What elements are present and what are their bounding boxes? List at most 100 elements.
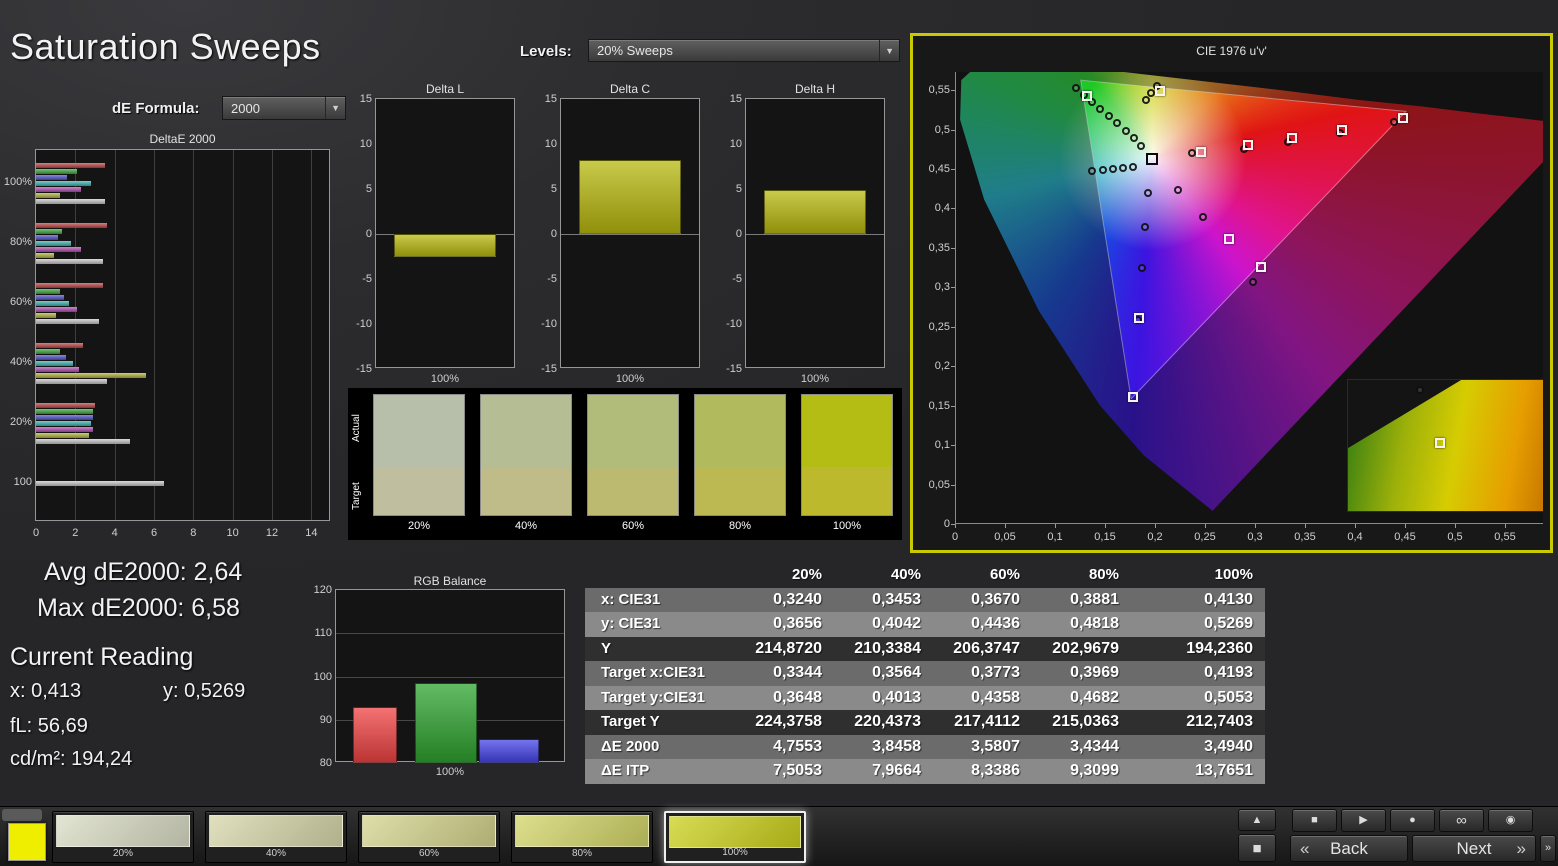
gridline <box>114 150 116 520</box>
y-tick-label: 0 <box>943 518 950 530</box>
de-formula-value: 2000 <box>231 100 260 116</box>
bar <box>36 354 66 360</box>
deltae2000-plot: 0 2 4 6 8 10 12 14 100% 80% 60% 40% 20% 100 <box>4 149 330 539</box>
cell-value: 9,3099 <box>1070 762 1119 779</box>
y-tick-label: 10 <box>359 138 372 150</box>
x-category-label: 100% <box>430 373 460 385</box>
eject-button[interactable]: ▲ <box>1238 809 1276 831</box>
measured-point <box>1072 83 1080 92</box>
tick <box>1355 524 1356 528</box>
current-x-readout: x: 0,413 <box>10 680 82 702</box>
x-tick-label: 10 <box>226 527 239 539</box>
power-button[interactable]: ◉ <box>1488 809 1533 832</box>
swatch-label: 20% <box>407 520 431 532</box>
bar <box>764 189 866 234</box>
measured-point <box>1088 166 1096 175</box>
current-reading-title: Current Reading <box>10 643 194 671</box>
forward-chevron-icon: » <box>1544 842 1552 854</box>
patch-button-60%[interactable]: 60% <box>358 811 500 863</box>
bar <box>36 192 60 198</box>
y-tick-label: 0,15 <box>928 399 950 412</box>
power-icon: ◉ <box>1505 814 1516 826</box>
bar <box>36 168 78 174</box>
cell-value: 215,0363 <box>1052 713 1119 730</box>
measured-point <box>1138 263 1146 272</box>
cell-value: 212,7403 <box>1186 713 1253 730</box>
levels-select[interactable]: 20% Sweeps ▼ <box>588 39 900 62</box>
tick <box>951 484 955 486</box>
tick <box>951 366 955 368</box>
patch-button-100%[interactable]: 100% <box>664 811 806 863</box>
app-window: Saturation Sweeps dE Formula: 2000 ▼ Lev… <box>0 0 1558 866</box>
row-label: Target Y <box>601 713 660 730</box>
x-tick-label: 0,5 <box>1447 531 1463 543</box>
swatch-label: 80% <box>728 520 752 532</box>
y-tick-label: 0,1 <box>934 439 950 452</box>
bar <box>579 160 681 234</box>
y-tick-label: -5 <box>732 273 742 285</box>
stop-large-button[interactable]: ■ <box>1238 834 1276 862</box>
y-tick-label: 0,55 <box>928 84 950 97</box>
toolbar-tab[interactable] <box>2 809 42 821</box>
y-tick-label: 10 <box>544 138 557 150</box>
patch-button-40%[interactable]: 40% <box>205 811 347 863</box>
delta-h-chart: Delta H 15 10 5 0 -5 -10 -15 100% <box>710 82 895 387</box>
bar <box>36 432 90 438</box>
bar <box>36 342 84 348</box>
bar <box>36 174 68 180</box>
tick <box>951 405 955 407</box>
table-header-cell: 60% <box>989 566 1020 583</box>
target-point <box>1243 140 1253 151</box>
measured-point <box>1129 162 1137 171</box>
patch-button-80%[interactable]: 80% <box>511 811 653 863</box>
swatch-label: 40% <box>514 520 538 532</box>
patch-button-20%[interactable]: 20% <box>52 811 194 863</box>
tick <box>1405 524 1406 528</box>
y-tick-label: 15 <box>544 93 557 105</box>
fast-forward-button[interactable]: » <box>1540 835 1556 862</box>
back-button[interactable]: « Back <box>1290 835 1408 862</box>
cell-value: 0,3656 <box>773 615 822 632</box>
table-header-cell: 40% <box>890 566 921 583</box>
y-tick-label: 60% <box>9 296 32 308</box>
back-chevron-icon: « <box>1300 838 1310 858</box>
bar <box>36 288 60 294</box>
table-header-row: 20% 40% 60% 80% 100% <box>585 563 1265 588</box>
actual-color <box>802 395 892 469</box>
y-tick-label: 0,25 <box>928 320 950 333</box>
swatch-label: 100% <box>832 520 862 532</box>
tick <box>955 524 956 528</box>
patch-swatch <box>56 815 190 847</box>
y-tick-label: 0,05 <box>928 478 950 491</box>
cell-value: 0,4818 <box>1070 615 1119 632</box>
cell-value: 0,3773 <box>971 664 1020 681</box>
stop-button[interactable]: ■ <box>1292 809 1337 832</box>
next-button[interactable]: Next » <box>1412 835 1536 862</box>
swatch-label: 60% <box>621 520 645 532</box>
y-tick-label: 0 <box>550 228 557 240</box>
loop-button[interactable]: ∞ <box>1439 809 1484 832</box>
bar <box>36 240 72 246</box>
bar <box>36 312 56 318</box>
patch-label: 60% <box>418 848 439 859</box>
de-formula-select[interactable]: 2000 ▼ <box>222 96 346 120</box>
delta-l-plot: 15 10 5 0 -5 -10 -15 <box>356 93 515 375</box>
record-button[interactable]: ● <box>1390 809 1435 832</box>
delta-c-chart: Delta C 15 10 5 0 -5 -10 -15 100% <box>525 82 710 387</box>
y-tick-label: 5 <box>365 183 372 195</box>
patch-swatch <box>515 815 649 847</box>
cell-value: 217,4112 <box>954 713 1020 730</box>
actual-target-swatch-strip: Actual Target 20% 40% 60% 80% 100% <box>348 388 902 540</box>
bar <box>36 222 107 228</box>
row-label: Y <box>601 639 612 657</box>
row-label: ΔE 2000 <box>601 737 660 755</box>
cell-value: 0,3344 <box>773 664 822 681</box>
tick <box>1005 524 1006 528</box>
play-button[interactable]: ▶ <box>1341 809 1386 832</box>
chart-title: DeltaE 2000 <box>149 132 216 146</box>
tick <box>951 90 955 92</box>
y-tick-label: 0 <box>735 228 742 240</box>
chevron-down-icon: ▼ <box>879 40 899 61</box>
inset-target-point <box>1434 437 1445 448</box>
y-tick-label: 80 <box>319 757 332 769</box>
